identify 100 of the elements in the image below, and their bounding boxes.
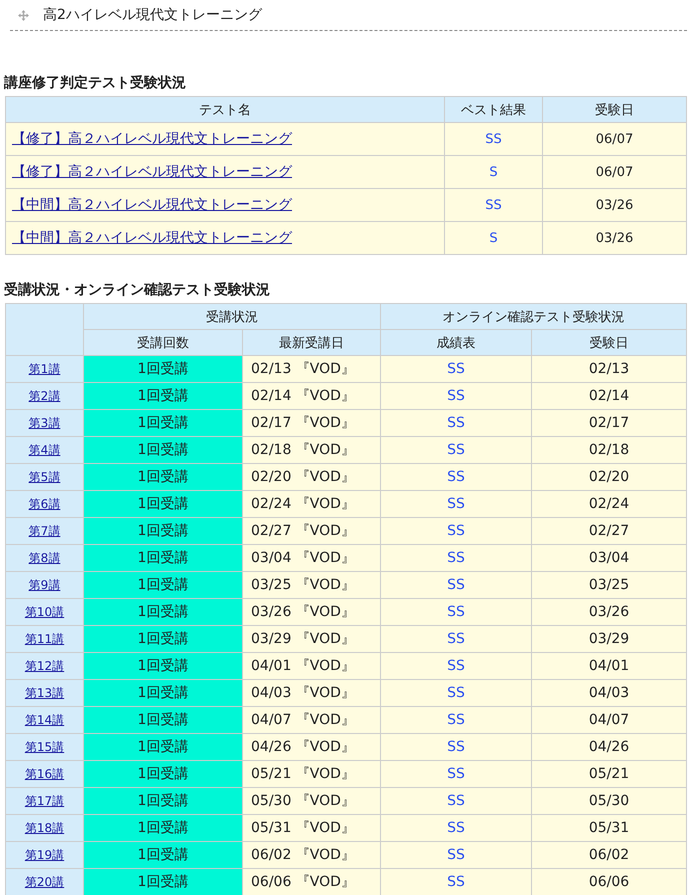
move-icon [18,10,29,20]
table-cell: 06/02 『VOD』 [242,842,380,868]
table-cell: 02/27 『VOD』 [242,518,380,544]
table-cell: 03/29 [532,626,686,652]
table-cell: SS [444,122,542,156]
table-cell: 1回受講 [84,518,242,544]
table-cell: 03/26 [542,188,686,222]
column-header: 受験日 [532,330,686,356]
table-cell: 05/31 『VOD』 [242,814,380,842]
table-cell: SS [380,544,532,572]
table-cell: 1回受講 [84,544,242,572]
table-cell: 05/30 [532,788,686,814]
table-cell: 02/17 『VOD』 [242,410,380,436]
table-cell: 05/31 [532,814,686,842]
table-cell: 06/06 『VOD』 [242,868,380,895]
table-cell: 04/07 [532,706,686,734]
table-cell: SS [380,464,532,490]
table-cell: 1回受講 [84,814,242,842]
table-cell: 1回受講 [84,464,242,490]
table-cell: SS [380,436,532,464]
table-cell: SS [380,356,532,382]
table-cell: S [444,156,542,188]
table-cell: 02/14 『VOD』 [242,382,380,410]
table-cell: 02/13 『VOD』 [242,356,380,382]
column-header: ベスト結果 [444,96,542,122]
table-cell: SS [380,788,532,814]
table-cell: 1回受講 [84,410,242,436]
table-cell: SS [380,706,532,734]
table-cell: 02/13 [532,356,686,382]
section-title: 講座修了判定テスト受験状況 [4,74,187,92]
table-cell: 1回受講 [84,598,242,626]
table-cell: SS [380,518,532,544]
table-cell: 03/04 『VOD』 [242,544,380,572]
table-cell: 1回受講 [84,626,242,652]
table-cell: SS [444,188,542,222]
table-cell: 06/06 [532,868,686,895]
table-cell: 03/04 [532,544,686,572]
section-title: 受講状況・オンライン確認テスト受験状況 [4,281,271,299]
table-cell: 05/21 『VOD』 [242,760,380,788]
table-cell: 1回受講 [84,760,242,788]
table-cell: 04/26 『VOD』 [242,734,380,760]
table-cell: 1回受講 [84,680,242,706]
table-cell: 02/20 『VOD』 [242,464,380,490]
table-cell: SS [380,680,532,706]
table-cell: 04/01 『VOD』 [242,652,380,680]
table-cell: 1回受講 [84,490,242,518]
table-cell: 1回受講 [84,788,242,814]
table-cell: 02/20 [532,464,686,490]
column-header: 受講回数 [84,330,242,356]
table-cell: 02/18 『VOD』 [242,436,380,464]
table-cell: S [444,222,542,254]
table-cell: 05/30 『VOD』 [242,788,380,814]
table-cell: 02/17 [532,410,686,436]
table-cell: 03/29 『VOD』 [242,626,380,652]
table-cell: SS [380,382,532,410]
table-cell: SS [380,734,532,760]
table-cell: 1回受講 [84,868,242,895]
table-cell: 04/03 [532,680,686,706]
table-cell: SS [380,868,532,895]
table-cell: 02/24 [532,490,686,518]
table-cell: 1回受講 [84,436,242,464]
table-cell: 05/21 [532,760,686,788]
table-cell: 04/03 『VOD』 [242,680,380,706]
page-title: 高2ハイレベル現代文トレーニング [43,6,262,24]
table-cell: 03/26 『VOD』 [242,598,380,626]
table-cell: 04/01 [532,652,686,680]
table-cell: 02/27 [532,518,686,544]
table-cell: 03/26 [542,222,686,254]
column-group-header: オンライン確認テスト受験状況 [380,304,686,330]
column-group-header: 受講状況 [84,304,380,330]
table-cell: SS [380,490,532,518]
table-cell: 1回受講 [84,842,242,868]
table-cell: 1回受講 [84,652,242,680]
table-cell: SS [380,652,532,680]
table-cell: 1回受講 [84,356,242,382]
table-cell: 1回受講 [84,734,242,760]
table-cell: SS [380,842,532,868]
table-cell: SS [380,760,532,788]
table-cell: 03/25 『VOD』 [242,572,380,598]
table-cell: 06/07 [542,156,686,188]
table-cell: 03/25 [532,572,686,598]
table-cell: 06/07 [542,122,686,156]
column-header: 成績表 [380,330,532,356]
column-header: 最新受講日 [242,330,380,356]
table-cell: 1回受講 [84,706,242,734]
table-cell: 04/07 『VOD』 [242,706,380,734]
table-cell: 1回受講 [84,572,242,598]
table-cell: 1回受講 [84,382,242,410]
table-cell: SS [380,598,532,626]
table-cell: SS [380,410,532,436]
column-header: テスト名 [6,96,444,122]
table-cell: SS [380,814,532,842]
table-cell: SS [380,626,532,652]
table-cell: 02/24 『VOD』 [242,490,380,518]
table-cell: 02/18 [532,436,686,464]
table-cell: 04/26 [532,734,686,760]
table-cell: 03/26 [532,598,686,626]
column-header: 受験日 [542,96,686,122]
table-cell: SS [380,572,532,598]
table-cell: 06/02 [532,842,686,868]
